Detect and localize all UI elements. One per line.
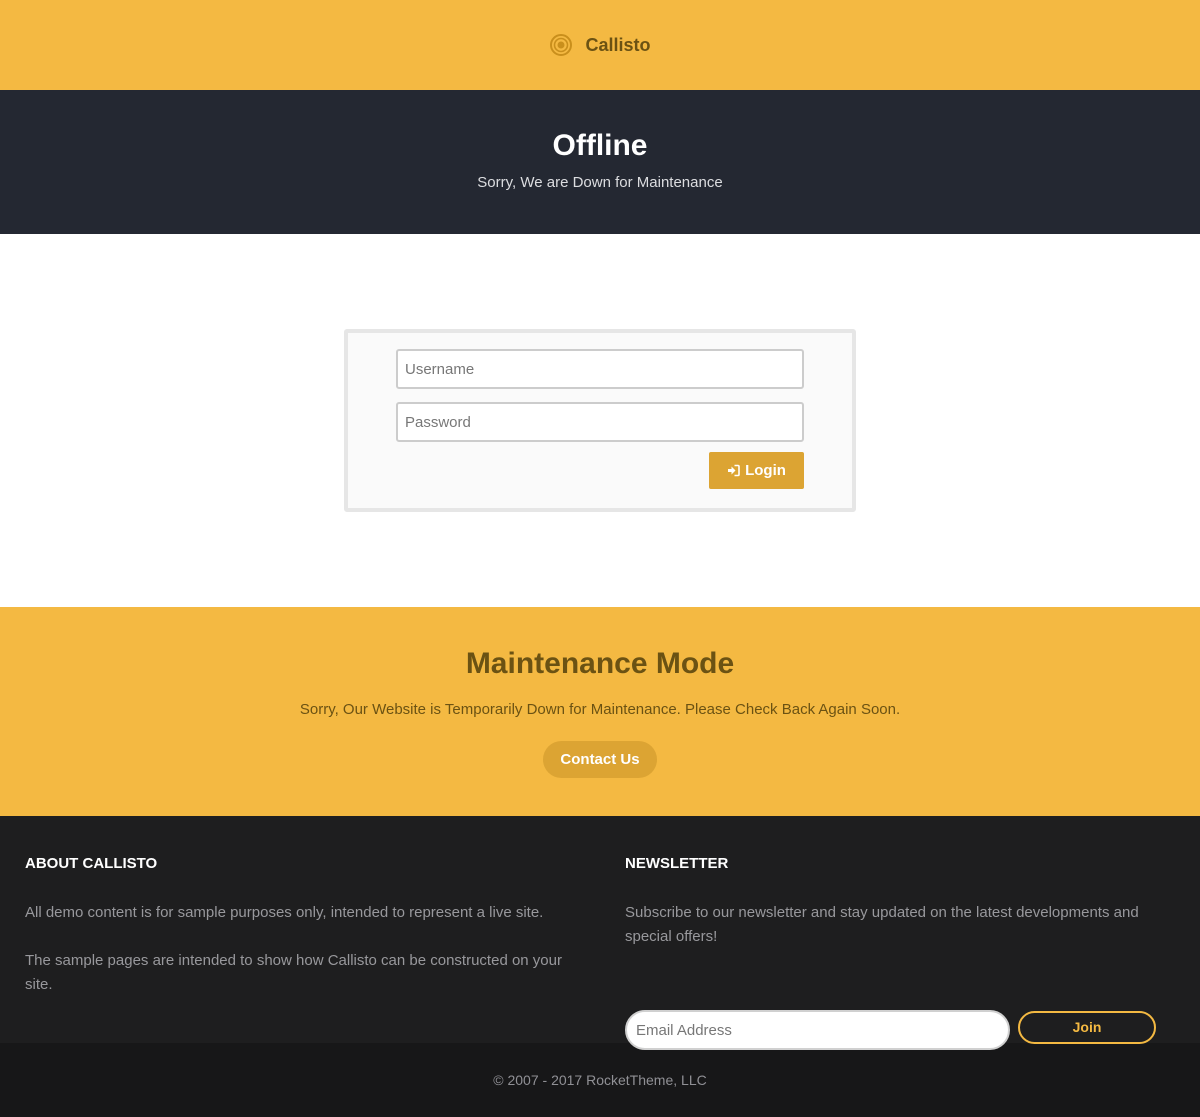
newsletter-column: NEWSLETTER Subscribe to our newsletter a… [625, 855, 1170, 1050]
newsletter-title: NEWSLETTER [625, 855, 729, 872]
about-paragraph: All demo content is for sample purposes … [25, 904, 544, 921]
sign-in-icon [727, 464, 740, 477]
maintenance-section: Maintenance Mode Sorry, Our Website is T… [0, 607, 1200, 816]
newsletter-text: Subscribe to our newsletter and stay upd… [625, 904, 1139, 945]
site-header: Callisto [0, 0, 1200, 90]
contact-us-button[interactable]: Contact Us [543, 741, 657, 778]
copyright-text: © 2007 - 2017 RocketTheme, LLC [493, 1072, 707, 1088]
about-column: ABOUT CALLISTO All demo content is for s… [25, 855, 570, 997]
target-circle-icon[interactable] [549, 33, 573, 57]
login-button-label: Login [745, 462, 786, 479]
login-form: Login [344, 329, 856, 512]
copyright-bar: © 2007 - 2017 RocketTheme, LLC [0, 1043, 1200, 1117]
main-content: Login [0, 234, 1200, 607]
email-input[interactable] [625, 1010, 1010, 1050]
password-input[interactable] [396, 402, 804, 442]
brand-name[interactable]: Callisto [585, 35, 650, 56]
about-paragraph: The sample pages are intended to show ho… [25, 952, 562, 993]
page-title: Offline [552, 129, 648, 162]
login-button[interactable]: Login [709, 452, 804, 489]
site-footer: ABOUT CALLISTO All demo content is for s… [0, 816, 1200, 1050]
about-title: ABOUT CALLISTO [25, 855, 158, 872]
offline-hero: Offline Sorry, We are Down for Maintenan… [0, 90, 1200, 234]
join-button[interactable]: Join [1018, 1010, 1156, 1044]
maintenance-title: Maintenance Mode [465, 647, 735, 680]
page-subtitle: Sorry, We are Down for Maintenance [477, 174, 723, 191]
username-input[interactable] [396, 349, 804, 389]
maintenance-text: Sorry, Our Website is Temporarily Down f… [299, 701, 901, 718]
newsletter-form: Join [625, 1010, 1156, 1050]
